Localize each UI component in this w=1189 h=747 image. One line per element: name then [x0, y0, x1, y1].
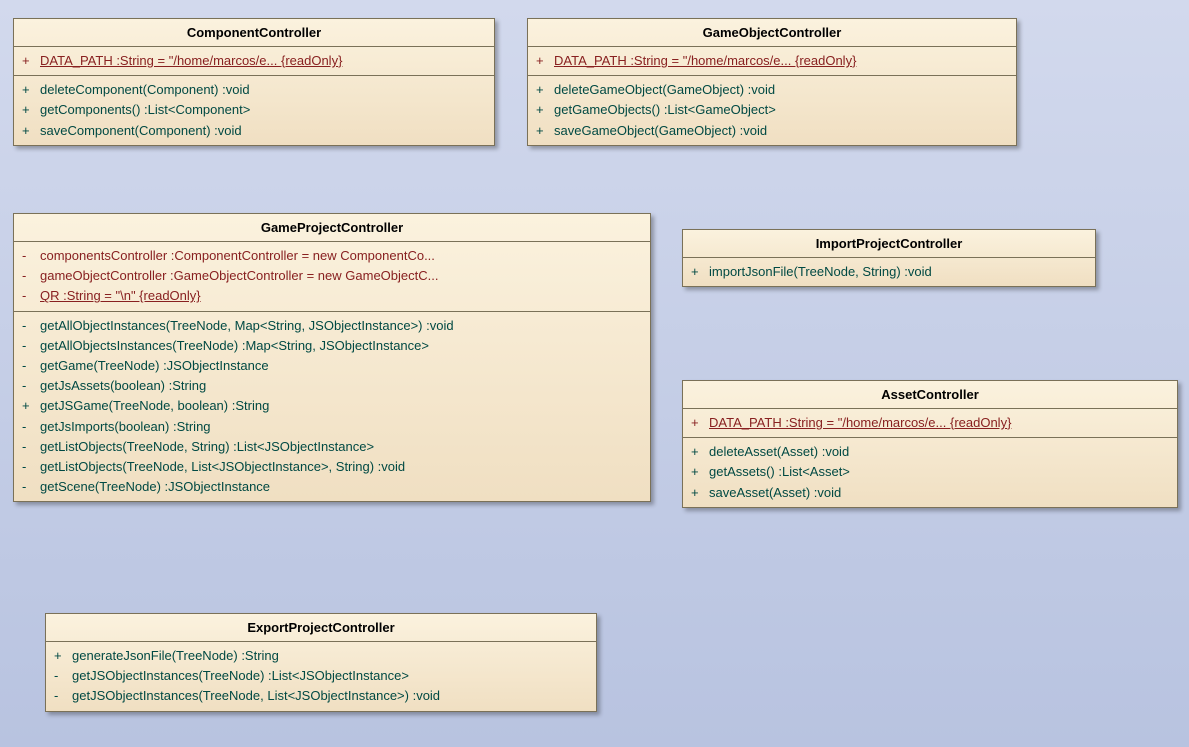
- operations-section: -getAllObjectInstances(TreeNode, Map<Str…: [14, 312, 650, 502]
- class-title: GameObjectController: [528, 19, 1016, 47]
- attribute-row: -gameObjectController :GameObjectControl…: [14, 266, 650, 286]
- operation-row: +getJSGame(TreeNode, boolean) :String: [14, 396, 650, 416]
- operation-row: +saveGameObject(GameObject) :void: [528, 121, 1016, 141]
- operation-row: +getGameObjects() :List<GameObject>: [528, 100, 1016, 120]
- operation-row: -getListObjects(TreeNode, List<JSObjectI…: [14, 457, 650, 477]
- operations-section: +deleteAsset(Asset) :void +getAssets() :…: [683, 438, 1177, 507]
- operation-row: +deleteAsset(Asset) :void: [683, 442, 1177, 462]
- attribute-row: + DATA_PATH :String = "/home/marcos/e...…: [683, 413, 1177, 433]
- attributes-section: + DATA_PATH :String = "/home/marcos/e...…: [14, 47, 494, 76]
- operation-row: +saveComponent(Component) :void: [14, 121, 494, 141]
- operation-row: +generateJsonFile(TreeNode) :String: [46, 646, 596, 666]
- attribute-row: + DATA_PATH :String = "/home/marcos/e...…: [14, 51, 494, 71]
- operation-row: +deleteGameObject(GameObject) :void: [528, 80, 1016, 100]
- operation-row: +saveAsset(Asset) :void: [683, 483, 1177, 503]
- operation-row: -getListObjects(TreeNode, String) :List<…: [14, 437, 650, 457]
- operation-row: +deleteComponent(Component) :void: [14, 80, 494, 100]
- attribute-row: -QR :String = "\n" {readOnly}: [14, 286, 650, 306]
- class-title: AssetController: [683, 381, 1177, 409]
- class-game-project-controller: GameProjectController -componentsControl…: [13, 213, 651, 502]
- attributes-section: + DATA_PATH :String = "/home/marcos/e...…: [683, 409, 1177, 438]
- visibility: +: [22, 52, 40, 70]
- operation-row: -getGame(TreeNode) :JSObjectInstance: [14, 356, 650, 376]
- operation-row: -getJSObjectInstances(TreeNode) :List<JS…: [46, 666, 596, 686]
- attribute-row: + DATA_PATH :String = "/home/marcos/e...…: [528, 51, 1016, 71]
- operations-section: +deleteComponent(Component) :void +getCo…: [14, 76, 494, 145]
- attribute-text: DATA_PATH :String = "/home/marcos/e... {…: [40, 52, 486, 70]
- operation-row: -getJsAssets(boolean) :String: [14, 376, 650, 396]
- operation-row: -getJSObjectInstances(TreeNode, List<JSO…: [46, 686, 596, 706]
- class-asset-controller: AssetController + DATA_PATH :String = "/…: [682, 380, 1178, 508]
- operation-row: -getAllObjectsInstances(TreeNode) :Map<S…: [14, 336, 650, 356]
- operation-row: -getJsImports(boolean) :String: [14, 417, 650, 437]
- operation-row: +getAssets() :List<Asset>: [683, 462, 1177, 482]
- operation-row: -getAllObjectInstances(TreeNode, Map<Str…: [14, 316, 650, 336]
- class-title: GameProjectController: [14, 214, 650, 242]
- class-component-controller: ComponentController + DATA_PATH :String …: [13, 18, 495, 146]
- operation-row: +importJsonFile(TreeNode, String) :void: [683, 262, 1095, 282]
- operation-row: -getScene(TreeNode) :JSObjectInstance: [14, 477, 650, 497]
- operations-section: +generateJsonFile(TreeNode) :String -get…: [46, 642, 596, 711]
- class-import-project-controller: ImportProjectController +importJsonFile(…: [682, 229, 1096, 287]
- attributes-section: -componentsController :ComponentControll…: [14, 242, 650, 312]
- operations-section: +importJsonFile(TreeNode, String) :void: [683, 258, 1095, 286]
- class-export-project-controller: ExportProjectController +generateJsonFil…: [45, 613, 597, 712]
- operation-row: +getComponents() :List<Component>: [14, 100, 494, 120]
- class-title: ExportProjectController: [46, 614, 596, 642]
- attribute-row: -componentsController :ComponentControll…: [14, 246, 650, 266]
- attributes-section: + DATA_PATH :String = "/home/marcos/e...…: [528, 47, 1016, 76]
- class-game-object-controller: GameObjectController + DATA_PATH :String…: [527, 18, 1017, 146]
- class-title: ImportProjectController: [683, 230, 1095, 258]
- class-title: ComponentController: [14, 19, 494, 47]
- operations-section: +deleteGameObject(GameObject) :void +get…: [528, 76, 1016, 145]
